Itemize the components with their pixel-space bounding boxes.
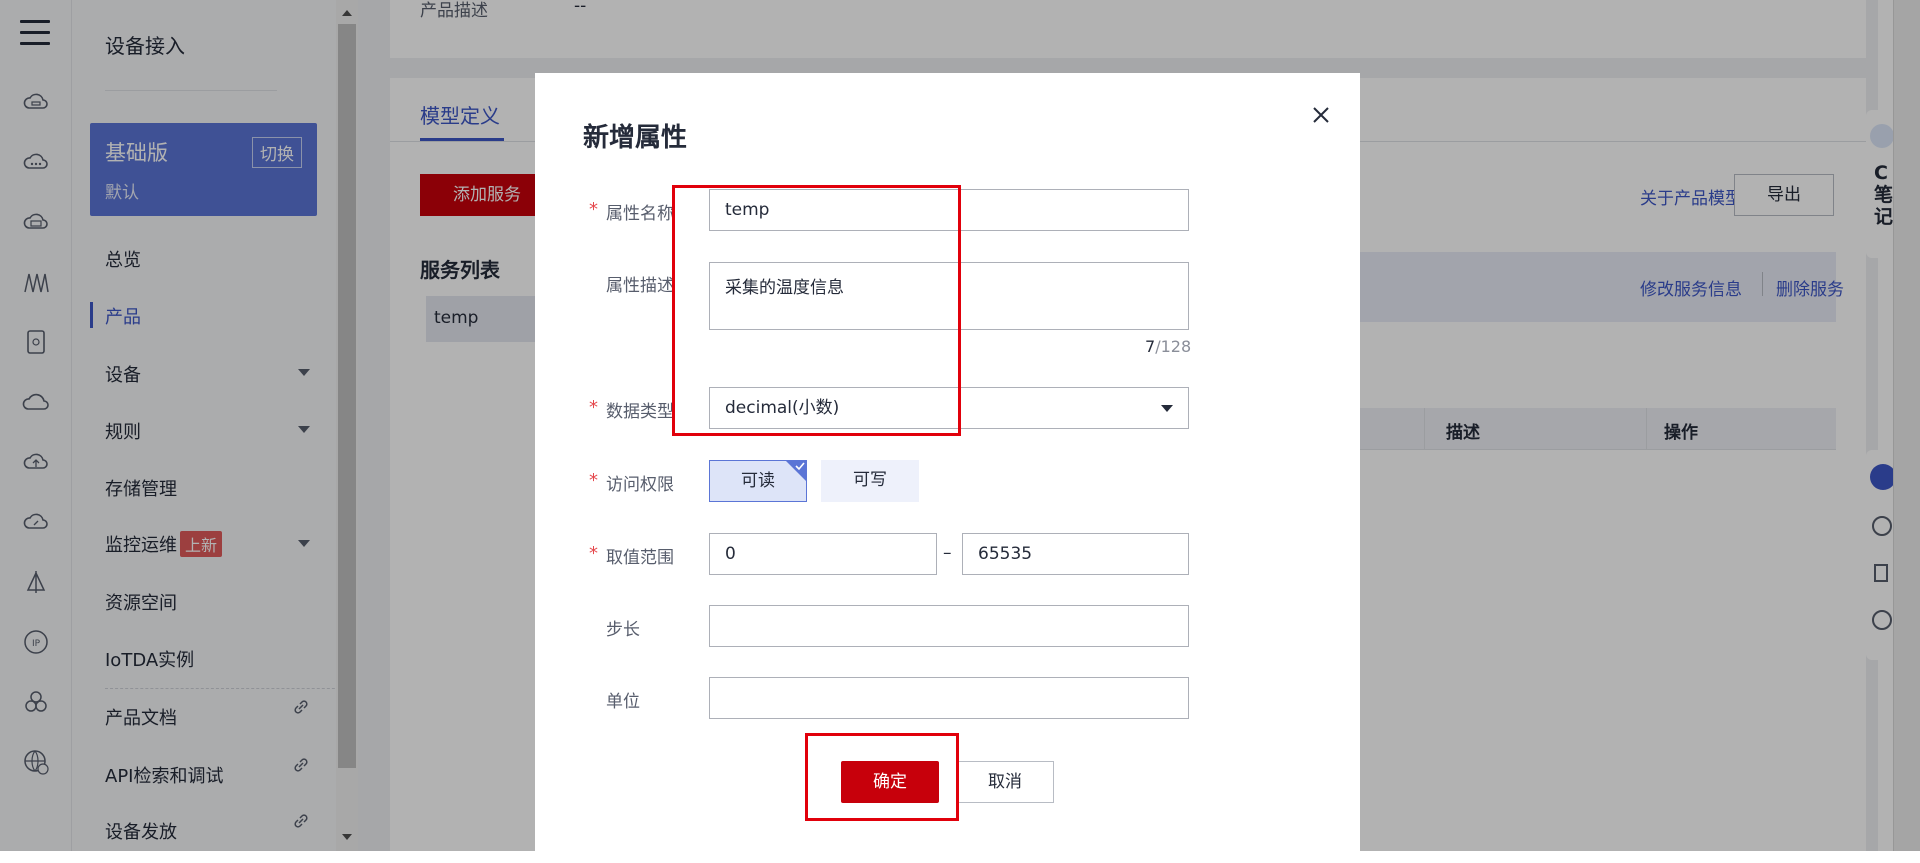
check-corner-icon — [785, 460, 807, 482]
char-count: 7 — [1145, 337, 1156, 356]
property-desc-label: 属性描述 — [606, 276, 674, 296]
required-mark: * — [589, 543, 598, 564]
cancel-button[interactable]: 取消 — [956, 761, 1054, 803]
required-mark: * — [589, 470, 598, 491]
unit-input[interactable] — [709, 677, 1189, 719]
value-range-label: 取值范围 — [606, 548, 674, 568]
required-mark: * — [589, 199, 598, 220]
data-type-label: 数据类型 — [606, 402, 674, 422]
step-input[interactable] — [709, 605, 1189, 647]
annotation-highlight-box — [805, 733, 959, 821]
char-counter: 7/128 — [1145, 337, 1191, 356]
access-read-label: 可读 — [741, 471, 775, 491]
range-max-input[interactable]: 65535 — [962, 533, 1189, 575]
property-name-label: 属性名称 — [606, 204, 674, 224]
range-min-input[interactable]: 0 — [709, 533, 937, 575]
step-label: 步长 — [606, 620, 640, 640]
access-write-chip[interactable]: 可写 — [821, 460, 919, 502]
access-read-chip[interactable]: 可读 — [709, 460, 807, 502]
char-max: /128 — [1155, 337, 1192, 356]
range-dash: – — [943, 543, 952, 563]
unit-label: 单位 — [606, 692, 640, 712]
chevron-down-icon — [1161, 405, 1173, 412]
dialog-title: 新增属性 — [583, 123, 688, 153]
annotation-highlight-box — [672, 185, 961, 436]
access-label: 访问权限 — [606, 475, 674, 495]
close-icon[interactable] — [1309, 103, 1333, 127]
required-mark: * — [589, 397, 598, 418]
